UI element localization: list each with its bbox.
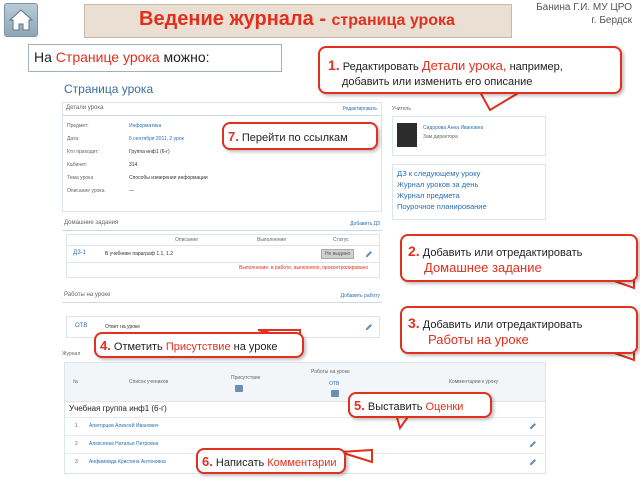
callout-1-hl: Детали урока,	[421, 58, 507, 73]
callout-4-post: на уроке	[230, 341, 278, 353]
callout-4-pre: Отметить	[110, 341, 166, 353]
callout-3: 3. Добавить или отредактировать Работы н…	[400, 306, 638, 354]
callout-3-hl: Работы на уроке	[428, 332, 529, 348]
callout-2-pre: Добавить или отредактировать	[419, 247, 583, 259]
callout-6-num: 6.	[202, 454, 213, 469]
callout-1-line2: добавить или изменить его описание	[342, 75, 533, 88]
callout-7-pre: Перейти по ссылкам	[238, 132, 348, 144]
callout-1: 1. Редактировать Детали урока, например,…	[318, 46, 622, 94]
callout-1-pointer	[478, 91, 524, 112]
callout-6-text: 6. Написать Комментарии	[202, 454, 337, 471]
callout-7-text: 7. Перейти по ссылкам	[228, 129, 348, 146]
callout-6-pre: Написать	[212, 457, 268, 469]
callout-5-hl: Оценки	[425, 401, 464, 413]
callout-2-num: 2.	[408, 243, 420, 259]
callout-4-text: 4. Отметить Присутствие на уроке	[100, 338, 278, 355]
callout-5-text: 5. Выставить Оценки	[354, 398, 463, 415]
callout-1-num: 1.	[328, 57, 340, 73]
callout-5-num: 5.	[354, 398, 365, 413]
callout-3-text: 3. Добавить или отредактировать Работы н…	[408, 314, 636, 349]
callout-2: 2. Добавить или отредактировать Домашнее…	[400, 234, 638, 282]
callout-2-text: 2. Добавить или отредактировать Домашнее…	[408, 242, 636, 277]
callout-1-pre: Редактировать	[339, 61, 422, 73]
callout-3-num: 3.	[408, 315, 420, 331]
callout-5-pre: Выставить	[364, 401, 426, 413]
callout-2-hl: Домашнее задание	[424, 260, 542, 276]
callout-6: 6. Написать Комментарии	[196, 448, 346, 474]
callout-3-pre: Добавить или отредактировать	[419, 319, 583, 331]
callout-4: 4. Отметить Присутствие на уроке	[94, 332, 304, 358]
callout-6-hl: Комментарии	[267, 457, 337, 469]
callout-1-text: 1. Редактировать Детали урока, например,…	[328, 56, 618, 89]
callout-5: 5. Выставить Оценки	[348, 392, 492, 418]
callout-7-num: 7.	[228, 129, 239, 144]
callout-4-hl: Присутствие	[165, 341, 231, 353]
callout-4-num: 4.	[100, 338, 111, 353]
callout-1-post: например,	[506, 61, 563, 73]
callout-7: 7. Перейти по ссылкам	[222, 122, 378, 150]
